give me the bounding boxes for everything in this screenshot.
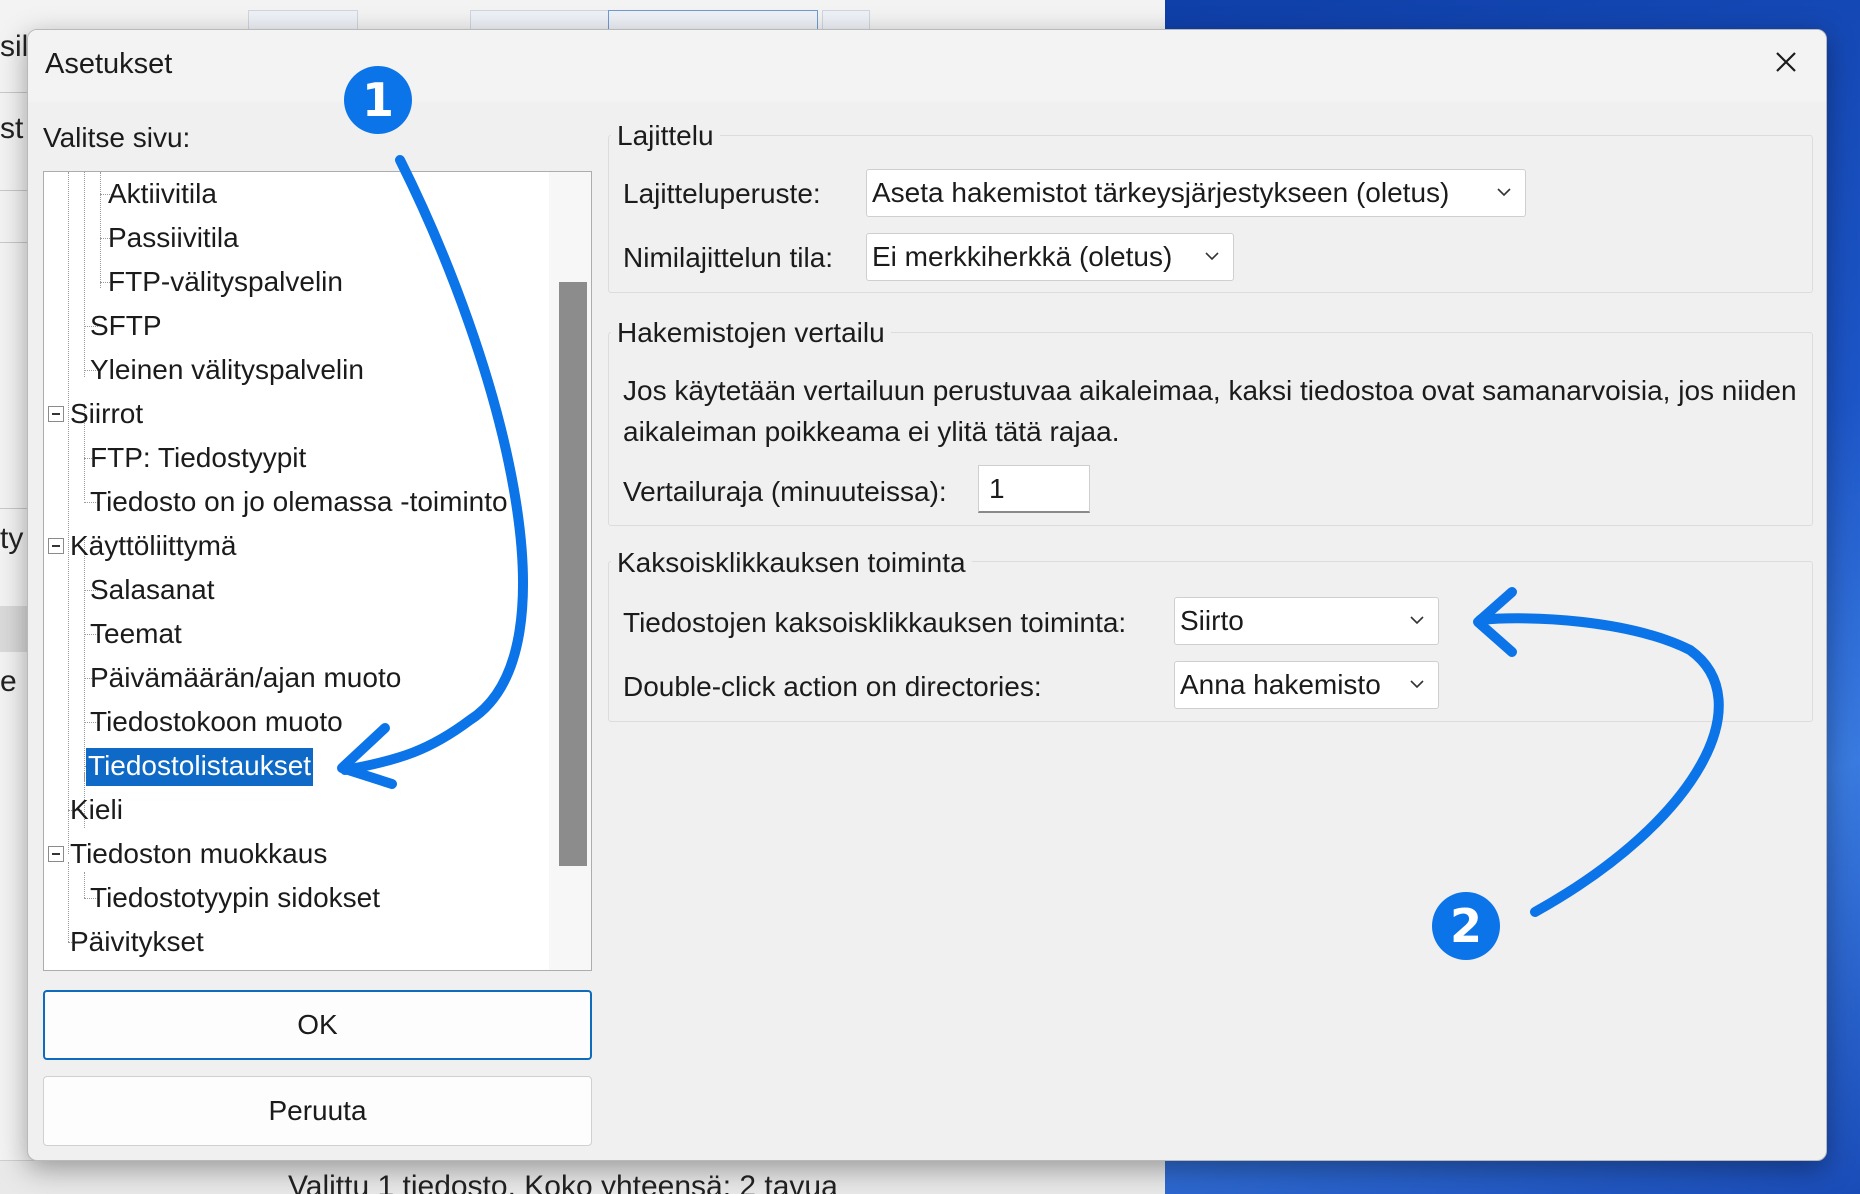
step-2-badge: 2 [1432, 892, 1500, 960]
arrow-2-path [1475, 613, 1724, 917]
step-1-badge: 1 [344, 66, 412, 134]
tutorial-arrows-overlay [337, 155, 1724, 917]
arrow-1-head [337, 723, 397, 789]
arrow-1-path [340, 155, 528, 775]
